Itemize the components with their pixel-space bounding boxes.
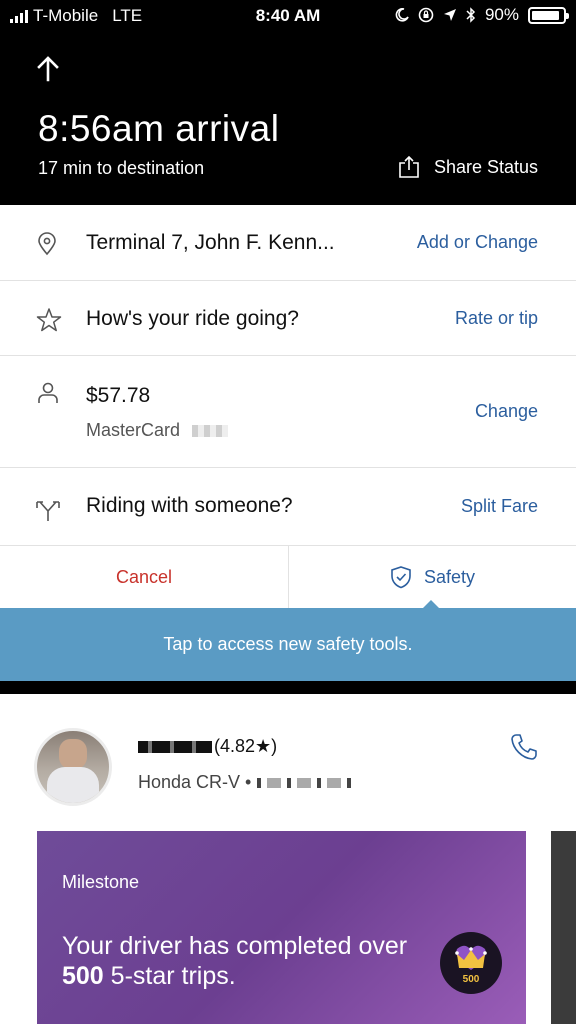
milestone-text-end: 5-star trips.: [103, 962, 236, 990]
status-right: 90%: [395, 5, 569, 25]
share-icon: [399, 156, 419, 178]
payment-row[interactable]: $57.78 MasterCard Change: [0, 356, 576, 468]
tooltip-caret: [423, 600, 439, 608]
badge-count: 500: [462, 974, 480, 985]
add-or-change-button[interactable]: Add or Change: [417, 232, 538, 253]
share-status-button[interactable]: Share Status: [398, 156, 538, 178]
split-fare-label: Riding with someone?: [86, 494, 293, 517]
section-separator: [0, 681, 576, 694]
share-status-label: Share Status: [433, 156, 538, 177]
person-icon: [38, 382, 58, 403]
star-icon: [36, 308, 62, 332]
fare-amount: $57.78: [86, 384, 151, 407]
eta-text: 17 min to destination: [38, 158, 205, 178]
safety-tooltip[interactable]: Tap to access new safety tools.: [0, 608, 576, 681]
moon-icon: [395, 8, 409, 22]
trip-header: T-Mobile LTE 8:40 AM 90% 8:56am arrival …: [0, 0, 576, 205]
shield-check-icon: [391, 566, 411, 589]
ride-feedback-label: How's your ride going?: [86, 307, 299, 330]
destination-row[interactable]: Terminal 7, John F. Kenn... Add or Chang…: [0, 205, 576, 281]
split-icon: [36, 501, 60, 521]
location-arrow-icon: [443, 9, 456, 21]
driver-name: (4.82★): [138, 736, 277, 757]
card-name: MasterCard: [86, 420, 181, 440]
milestone-card[interactable]: Milestone Your driver has completed over…: [37, 831, 526, 1024]
rate-or-tip-button[interactable]: Rate or tip: [455, 308, 538, 329]
vehicle-model: Honda CR-V •: [138, 772, 252, 792]
next-card-peek[interactable]: [551, 831, 576, 1024]
safety-button[interactable]: Safety: [289, 546, 576, 608]
license-plate-redacted: [257, 777, 354, 788]
battery-icon: [528, 6, 569, 24]
rotation-lock-icon: [418, 7, 434, 23]
vehicle-info: Honda CR-V •: [138, 772, 354, 793]
status-bar: T-Mobile LTE 8:40 AM 90%: [0, 0, 576, 32]
milestone-badge: 500: [440, 932, 502, 994]
safety-label: Safety: [423, 566, 476, 587]
location-pin-icon: [38, 232, 56, 256]
destination-label: Terminal 7, John F. Kenn...: [86, 231, 335, 254]
milestone-count: 500: [62, 962, 104, 990]
cancel-trip-button[interactable]: Cancel: [0, 546, 288, 608]
collapse-arrow-icon[interactable]: [36, 56, 60, 82]
milestone-text-start: Your driver has completed over: [62, 932, 408, 960]
card-number-redacted: [192, 424, 229, 437]
rating-row[interactable]: How's your ride going? Rate or tip: [0, 281, 576, 356]
change-payment-button[interactable]: Change: [475, 401, 538, 422]
driver-rating: (4.82★): [214, 736, 278, 756]
phone-icon[interactable]: [510, 733, 538, 761]
split-fare-button[interactable]: Split Fare: [461, 496, 538, 517]
milestone-label: Milestone: [62, 872, 140, 892]
battery-percent: 90%: [484, 5, 519, 24]
bluetooth-icon: [466, 7, 476, 23]
split-fare-row[interactable]: Riding with someone? Split Fare: [0, 468, 576, 546]
driver-name-redacted: [138, 740, 212, 753]
crown-icon: [455, 945, 487, 970]
driver-avatar[interactable]: [34, 728, 112, 806]
payment-method: MasterCard: [86, 420, 229, 441]
arrival-time: 8:56am arrival: [38, 108, 280, 149]
trip-actions: Cancel Safety: [0, 546, 576, 608]
milestone-text: Your driver has completed over 500 5-sta…: [62, 931, 422, 991]
